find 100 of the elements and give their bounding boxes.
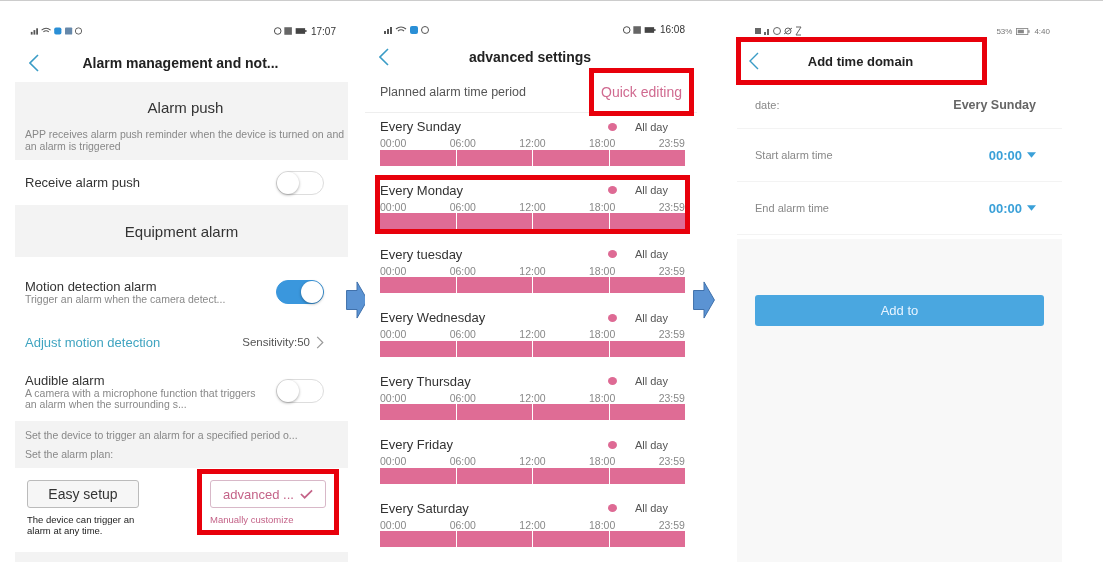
status-dot-icon <box>607 377 617 386</box>
day-schedule[interactable]: Every Thursday All day 00:00 06:00 12:00 18:00 23:59 <box>380 371 685 421</box>
section-heading: Equipment alarm <box>123 222 240 240</box>
back-icon[interactable] <box>379 47 389 66</box>
day-name: Every Friday <box>380 437 453 453</box>
time-tick: 18:00 <box>589 328 616 341</box>
time-tick: 12:00 <box>519 455 546 468</box>
time-tick: 12:00 <box>519 264 546 277</box>
time-tick: 23:59 <box>658 328 685 341</box>
setting-label: Receive alarm push <box>25 175 140 190</box>
time-tick: 12:00 <box>519 137 546 150</box>
day-schedule[interactable]: Every Monday All day 00:00 06:00 12:00 18:00 23:59 <box>380 180 685 230</box>
setting-label: Motion detection alarm <box>25 279 158 294</box>
time-tick: 06:00 <box>449 200 476 213</box>
setting-label: Audible alarm <box>25 372 106 388</box>
day-schedule[interactable]: Every Sunday All day 00:00 06:00 12:00 18:00 23:59 <box>380 116 685 166</box>
status-icons <box>272 26 307 36</box>
time-tick: 00:00 <box>380 328 407 341</box>
day-name: Every Thursday <box>380 373 471 389</box>
time-tick: 06:00 <box>449 391 476 404</box>
time-tick: 23:59 <box>658 200 685 213</box>
day-name: Every Monday <box>380 182 464 198</box>
setting-description: A camera with a microphone function that triggers an alarm when the surrounding s... <box>25 387 257 410</box>
caret-icon <box>1027 152 1036 158</box>
day-status: All day <box>634 248 668 260</box>
day-name: Every tuesday <box>380 246 463 262</box>
day-status: All day <box>634 438 668 451</box>
chevron-right-icon[interactable] <box>316 335 324 349</box>
screen-title: Alarm management and not... <box>81 55 280 71</box>
field-label: End alarm time <box>755 202 829 214</box>
day-status: All day <box>634 184 668 197</box>
battery-icon <box>1016 27 1031 35</box>
screen-title: advanced settings <box>467 48 593 65</box>
time-tick: 18:00 <box>589 518 616 531</box>
time-tick: 23:59 <box>658 518 685 531</box>
time-tick: 00:00 <box>380 455 407 468</box>
setting-description: Trigger an alarm when the camera detect... <box>25 294 227 305</box>
day-schedule[interactable]: Every Saturday All day 00:00 06:00 12:00 18:00 23:59 <box>380 498 685 548</box>
day-status: All day <box>634 120 668 133</box>
time-tick: 18:00 <box>589 264 616 277</box>
time-tick: 00:00 <box>380 200 407 213</box>
status-icons <box>621 24 656 35</box>
time-tick: 12:00 <box>519 518 546 531</box>
time-tick: 00:00 <box>380 518 407 531</box>
time-tick: 23:59 <box>658 137 685 150</box>
status-time: 4:40 <box>1034 26 1050 36</box>
caret-icon <box>1027 205 1036 211</box>
toggle-switch[interactable] <box>276 280 324 304</box>
time-tick: 18:00 <box>589 391 616 404</box>
status-icons <box>29 26 83 36</box>
status-dot-icon <box>607 440 617 449</box>
field-label: Start alarm time <box>755 149 833 161</box>
time-tick: 18:00 <box>589 200 616 213</box>
time-tick: 00:00 <box>380 391 407 404</box>
day-schedule[interactable]: Every tuesday All day 00:00 06:00 12:00 18:00 23:59 <box>380 244 685 293</box>
status-dot-icon <box>607 186 617 195</box>
time-tick: 00:00 <box>380 137 407 150</box>
status-dot-icon <box>607 250 617 258</box>
plan-note: Set the device to trigger an alarm for a specified period o... <box>25 428 299 441</box>
day-schedule[interactable]: Every Wednesday All day 00:00 06:00 12:00 18:00 23:59 <box>380 307 685 357</box>
check-icon <box>299 489 313 499</box>
day-status: All day <box>634 502 668 515</box>
status-dot-icon <box>607 504 617 513</box>
day-name: Every Sunday <box>380 119 461 135</box>
plan-option-button[interactable]: advanced ... <box>210 480 326 508</box>
status-dot-icon <box>607 122 617 131</box>
date-value: Every Sunday <box>953 98 1036 112</box>
time-tick: 12:00 <box>519 328 546 341</box>
time-tick: 00:00 <box>380 264 407 277</box>
time-tick: 18:00 <box>589 137 616 150</box>
time-tick: 06:00 <box>449 264 476 277</box>
time-tick: 06:00 <box>449 137 476 150</box>
section-description: APP receives alarm push reminder when the device is turned on and an alarm is triggered <box>25 128 346 152</box>
option-caption: Manually customize <box>210 514 295 525</box>
field-label: date: <box>755 99 780 111</box>
day-status: All day <box>634 311 668 324</box>
plan-note: Set the alarm plan: <box>25 448 115 461</box>
plan-option-button[interactable]: Easy setup <box>27 480 139 508</box>
day-name: Every Saturday <box>380 500 469 516</box>
sensitivity-value: Sensitivity:50 <box>242 336 310 348</box>
status-time: 16:08 <box>659 24 685 36</box>
period-label: Planned alarm time period <box>380 84 526 99</box>
time-tick: 23:59 <box>658 455 685 468</box>
time-tick: 23:59 <box>658 391 685 404</box>
battery-percent: 53% <box>996 26 1013 36</box>
time-tick: 06:00 <box>449 455 476 468</box>
option-caption: The device can trigger an alarm at any time. <box>27 514 136 536</box>
section-heading: Alarm push <box>146 99 225 116</box>
time-tick: 06:00 <box>449 328 476 341</box>
status-dot-icon <box>607 313 617 322</box>
time-tick: 18:00 <box>589 455 616 468</box>
arrow-right-icon <box>692 281 716 319</box>
time-tick: 12:00 <box>519 391 546 404</box>
time-tick: 06:00 <box>449 518 476 531</box>
day-name: Every Wednesday <box>380 310 486 326</box>
day-status: All day <box>634 375 668 388</box>
back-icon[interactable] <box>29 54 39 72</box>
time-tick: 12:00 <box>519 200 546 213</box>
day-schedule[interactable]: Every Friday All day 00:00 06:00 12:00 18:00 23:59 <box>380 434 685 484</box>
back-icon[interactable] <box>749 52 759 70</box>
